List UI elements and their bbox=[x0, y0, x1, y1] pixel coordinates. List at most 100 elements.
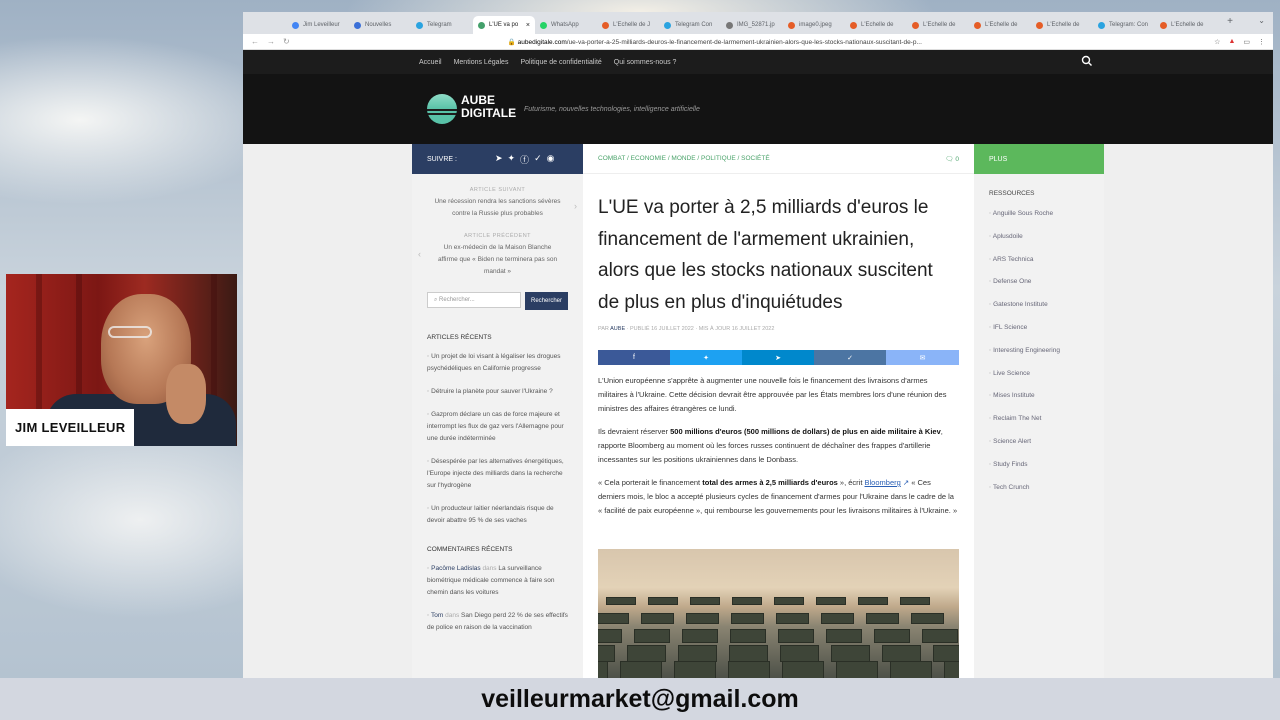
image-crate bbox=[729, 645, 768, 662]
browser-tab[interactable]: L'Echelle de bbox=[1155, 16, 1217, 34]
resources-title: RESSOURCES bbox=[989, 190, 1035, 197]
browser-tab[interactable]: L'Echelle de J bbox=[597, 16, 659, 34]
resource-link[interactable]: Defense One bbox=[989, 271, 1089, 294]
search-icon[interactable] bbox=[1081, 55, 1093, 67]
sidebar-icon[interactable]: ▭ bbox=[1243, 38, 1250, 46]
browser-tab[interactable]: Telegram: Con bbox=[1093, 16, 1155, 34]
menu-icon[interactable]: ⋮ bbox=[1258, 38, 1265, 46]
browser-tab[interactable]: Telegram bbox=[411, 16, 473, 34]
logo-icon[interactable] bbox=[427, 94, 457, 124]
share-telegram-button[interactable]: ➤ bbox=[742, 350, 814, 365]
presenter-name-label: JIM LEVEILLEUR bbox=[6, 409, 134, 446]
share-email-button[interactable]: ✉ bbox=[886, 350, 959, 365]
telegram-icon[interactable]: ➤ bbox=[495, 153, 503, 166]
image-crate bbox=[627, 645, 666, 662]
presenter-glasses bbox=[108, 326, 152, 338]
twitter-icon[interactable]: ✦ bbox=[508, 153, 516, 166]
resource-link[interactable]: Science Alert bbox=[989, 431, 1089, 454]
resource-link[interactable]: IFL Science bbox=[989, 317, 1089, 340]
resource-link[interactable]: Reclaim The Net bbox=[989, 408, 1089, 431]
browser-tab[interactable]: IMG_52871.jp bbox=[721, 16, 783, 34]
breadcrumb-text[interactable]: COMBAT / ECONOMIE / MONDE / POLITIQUE / … bbox=[598, 155, 770, 162]
window-menu-icon[interactable]: ⌄ bbox=[1258, 16, 1265, 25]
tab-favicon-icon bbox=[1098, 21, 1105, 29]
browser-tab[interactable]: Jim Leveilleur bbox=[287, 16, 349, 34]
chevron-right-icon[interactable]: › bbox=[574, 200, 577, 212]
close-tab-icon[interactable]: × bbox=[526, 22, 530, 29]
browser-tab[interactable]: Nouvelles bbox=[349, 16, 411, 34]
facebook-icon[interactable]: ⓕ bbox=[520, 153, 529, 166]
resource-link[interactable]: Study Finds bbox=[989, 454, 1089, 477]
site-logo[interactable]: AUBE DIGITALE bbox=[461, 94, 516, 120]
reload-icon[interactable]: ↻ bbox=[283, 37, 290, 46]
recent-article-link[interactable]: Gazprom déclare un cas de force majeure … bbox=[427, 409, 568, 445]
browser-tab[interactable]: WhatsApp bbox=[535, 16, 597, 34]
url-field[interactable]: 🔒 aubedigitale.com/ue-va-porter-a-25-mil… bbox=[298, 38, 1206, 46]
share-facebook-button[interactable]: f bbox=[598, 350, 670, 365]
next-article-link[interactable]: Une récession rendra les sanctions sévèr… bbox=[422, 196, 573, 220]
share-vk-button[interactable]: ✓ bbox=[814, 350, 886, 365]
extension-icon[interactable]: ▲ bbox=[1228, 38, 1235, 45]
topnav-link[interactable]: Qui sommes-nous ? bbox=[614, 59, 677, 66]
back-icon[interactable]: ← bbox=[251, 37, 259, 46]
previous-article-link[interactable]: Un ex-médecin de la Maison Blanche affir… bbox=[422, 242, 573, 278]
resource-link[interactable]: Live Science bbox=[989, 363, 1089, 386]
resource-link[interactable]: Mises Institute bbox=[989, 385, 1089, 408]
bloomberg-link[interactable]: Bloomberg bbox=[865, 478, 901, 487]
resource-link[interactable]: Interesting Engineering bbox=[989, 340, 1089, 363]
comment-author[interactable]: Tom bbox=[431, 612, 443, 619]
topnav-link[interactable]: Mentions Légales bbox=[454, 59, 509, 66]
byline-author[interactable]: AUBE bbox=[610, 326, 625, 332]
share-twitter-button[interactable]: ✦ bbox=[670, 350, 742, 365]
browser-tab[interactable]: L'Echelle de bbox=[907, 16, 969, 34]
rss-icon[interactable]: ◉ bbox=[547, 153, 555, 166]
vk-icon[interactable]: ✓ bbox=[534, 153, 542, 166]
resource-link[interactable]: Tech Crunch bbox=[989, 477, 1089, 500]
search-input[interactable]: ⌕ Rechercher... bbox=[427, 292, 521, 308]
next-article-label: ARTICLE SUIVANT bbox=[469, 187, 526, 193]
image-crate bbox=[620, 661, 662, 678]
bookmark-star-icon[interactable]: ☆ bbox=[1214, 38, 1220, 46]
post-navigation: ARTICLE SUIVANT Une récession rendra les… bbox=[412, 174, 583, 278]
topnav-link[interactable]: Accueil bbox=[419, 59, 442, 66]
browser-tab[interactable]: Telegram Con bbox=[659, 16, 721, 34]
recent-article-link[interactable]: Détruire la planète pour sauver l'Ukrain… bbox=[427, 386, 568, 398]
browser-tab[interactable]: L'Echelle de bbox=[1031, 16, 1093, 34]
comment-count[interactable]: 🗨 0 bbox=[945, 155, 959, 163]
resource-link[interactable]: ARS Technica bbox=[989, 249, 1089, 272]
browser-tab[interactable]: L'Echelle de bbox=[845, 16, 907, 34]
category-breadcrumb[interactable]: COMBAT / ECONOMIE / MONDE / POLITIQUE / … bbox=[583, 144, 974, 174]
browser-tab[interactable]: image0.jpeg bbox=[783, 16, 845, 34]
recent-article-link[interactable]: Un producteur laitier néerlandais risque… bbox=[427, 503, 568, 527]
follow-bar: SUIVRE : ➤ ✦ ⓕ ✓ ◉ bbox=[412, 144, 583, 174]
forward-icon[interactable]: → bbox=[267, 37, 275, 46]
image-crate bbox=[858, 597, 888, 605]
tab-favicon-icon bbox=[850, 21, 857, 29]
chevron-left-icon[interactable]: ‹ bbox=[418, 248, 421, 260]
lock-icon: 🔒 bbox=[507, 38, 518, 46]
resource-link[interactable]: Anguille Sous Roche bbox=[989, 203, 1089, 226]
image-crate bbox=[774, 597, 804, 605]
top-navigation: Accueil Mentions Légales Politique de conf… bbox=[243, 50, 1273, 74]
browser-tab[interactable]: L'Echelle de bbox=[969, 16, 1031, 34]
resource-link[interactable]: Aplusdoile bbox=[989, 226, 1089, 249]
previous-article-label: ARTICLE PRÉCÉDENT bbox=[463, 233, 532, 239]
resource-link[interactable]: Gatestone Institute bbox=[989, 294, 1089, 317]
p3-bold: total des armes à 2,5 milliards d'euros bbox=[702, 478, 838, 487]
tab-favicon-icon bbox=[912, 21, 919, 29]
recent-article-link[interactable]: Désespérée par les alternatives énergéti… bbox=[427, 456, 568, 492]
comment-connector: dans bbox=[482, 565, 497, 572]
search-button[interactable]: Rechercher bbox=[524, 292, 568, 310]
image-crate bbox=[900, 597, 930, 605]
recent-article-link[interactable]: Un projet de loi visant à légaliser les … bbox=[427, 351, 568, 375]
tab-label: L'Echelle de bbox=[923, 22, 956, 28]
tab-label: L'Echelle de bbox=[1171, 22, 1204, 28]
browser-tab[interactable]: L'UE va po × bbox=[473, 16, 535, 34]
image-crate bbox=[598, 661, 608, 678]
image-crate bbox=[890, 661, 932, 678]
comment-author[interactable]: Pacôme Ladislas bbox=[431, 565, 481, 572]
tab-label: L'Echelle de J bbox=[613, 22, 651, 28]
email-banner: veilleurmarket@gmail.com bbox=[0, 678, 1280, 720]
new-tab-button[interactable]: + bbox=[1227, 16, 1233, 27]
topnav-link[interactable]: Politique de confidentialité bbox=[520, 59, 601, 66]
